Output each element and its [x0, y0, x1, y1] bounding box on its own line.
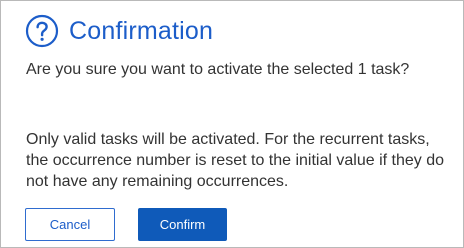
- help-circle-icon: [25, 14, 59, 48]
- dialog-message-secondary: Only valid tasks will be activated. For …: [26, 131, 444, 190]
- dialog-message-primary: Are you sure you want to activate the se…: [26, 61, 410, 78]
- dialog-header: Confirmation: [25, 14, 213, 48]
- confirmation-dialog: Confirmation Are you sure you want to ac…: [0, 0, 464, 248]
- confirm-button[interactable]: Confirm: [138, 208, 227, 241]
- dialog-title: Confirmation: [69, 17, 214, 45]
- cancel-button[interactable]: Cancel: [25, 208, 115, 241]
